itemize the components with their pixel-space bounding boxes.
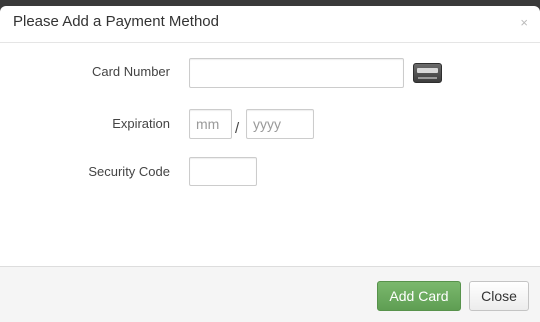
add-card-button[interactable]: Add Card [377, 281, 461, 311]
payment-method-modal: Please Add a Payment Method × Card Numbe… [0, 6, 540, 322]
close-button[interactable]: Close [469, 281, 529, 311]
modal-header: Please Add a Payment Method × [0, 6, 540, 43]
close-icon[interactable]: × [520, 16, 528, 30]
expiration-separator: / [235, 120, 240, 137]
expiration-year-input[interactable] [246, 109, 314, 139]
security-code-label: Security Code [88, 164, 170, 179]
security-code-input[interactable] [189, 157, 257, 186]
expiration-label: Expiration [112, 116, 170, 131]
card-number-input[interactable] [189, 58, 404, 88]
modal-title: Please Add a Payment Method [13, 13, 219, 30]
expiration-month-input[interactable] [189, 109, 232, 139]
modal-footer: Add Card Close [0, 266, 540, 322]
credit-card-icon [413, 63, 442, 83]
card-number-label: Card Number [91, 64, 170, 79]
